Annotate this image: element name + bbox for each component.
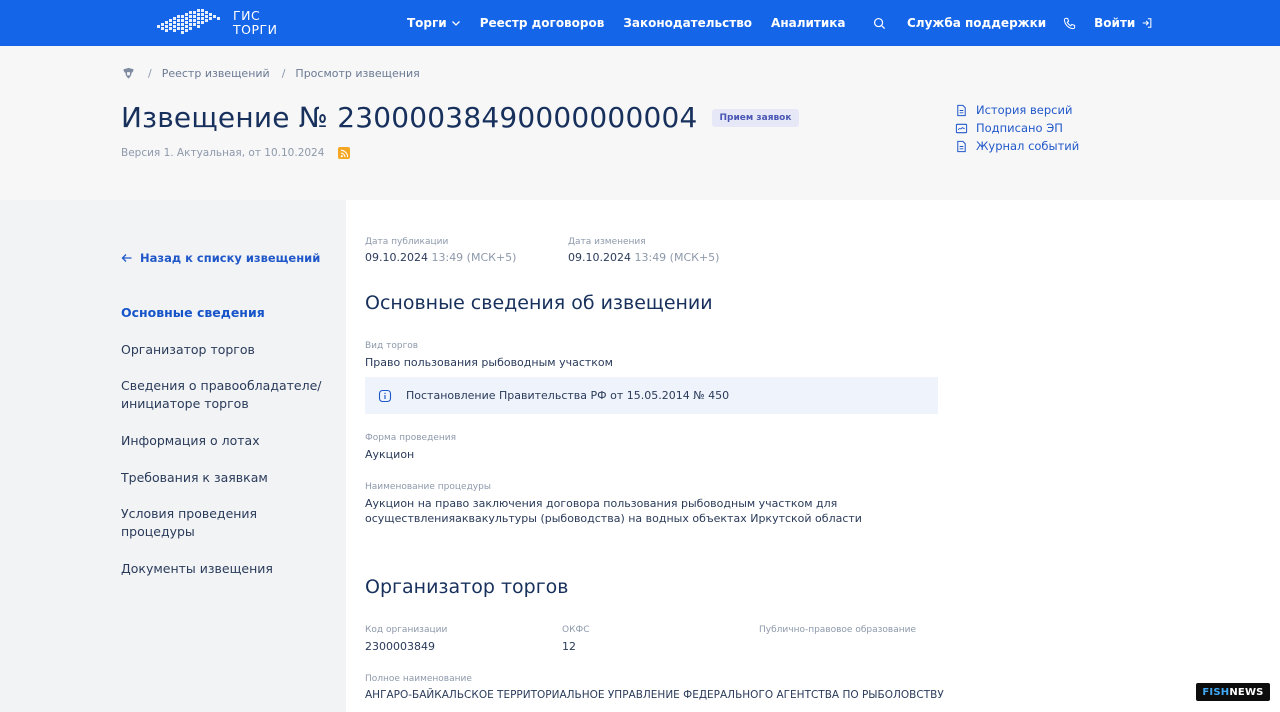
main-nav: Торги Реестр договоров Законодательство … <box>407 0 846 46</box>
rss-icon[interactable] <box>338 147 351 159</box>
nav-contracts-registry[interactable]: Реестр договоров <box>480 16 605 30</box>
sidebar-item-organizer[interactable]: Организатор торгов <box>121 341 255 359</box>
info-note: Постановление Правительства РФ от 15.05.… <box>365 377 938 414</box>
login-icon <box>1143 18 1152 28</box>
publication-date: 09.10.2024 <box>365 251 428 264</box>
russia-map-logo-icon <box>157 9 220 34</box>
publication-date-label: Дата публикации <box>365 237 449 247</box>
page-title: Извещение № 23000038490000000004 <box>121 101 698 134</box>
breadcrumb-current: Просмотр извещения <box>295 67 420 80</box>
sidebar-item-lots[interactable]: Информация о лотах <box>121 432 260 450</box>
publication-time: 13:49 (МСК+5) <box>431 251 517 264</box>
version-history-link[interactable]: История версий <box>955 102 1079 118</box>
full-name-value: АНГАРО-БАЙКАЛЬСКОЕ ТЕРРИТОРИАЛЬНОЕ УПРАВ… <box>365 689 944 701</box>
section-main-info-title: Основные сведения об извещении <box>365 292 713 314</box>
form-value: Аукцион <box>365 448 415 461</box>
support-link[interactable]: Служба поддержки <box>907 16 1046 30</box>
login-button[interactable]: Войти <box>1094 16 1153 30</box>
publication-date-block: Дата публикации 09.10.2024 13:49 (МСК+5) <box>365 237 516 264</box>
document-icon <box>957 140 966 152</box>
login-label: Войти <box>1094 16 1136 30</box>
version-text: Версия 1. Актуальная, от 10.10.2024 <box>121 147 325 159</box>
modification-date: 09.10.2024 <box>568 251 631 264</box>
back-to-list-label: Назад к списку извещений <box>140 251 321 265</box>
nav-torgi[interactable]: Торги <box>407 16 461 30</box>
event-log-link[interactable]: Журнал событий <box>955 138 1079 154</box>
modification-date-block: Дата изменения 09.10.2024 13:49 (МСК+5) <box>568 237 719 264</box>
breadcrumb-separator: / <box>148 67 152 80</box>
org-code-field: Код организации 2300003849 <box>365 625 447 654</box>
ppo-label: Публично-правовое образование <box>759 625 916 635</box>
back-to-list-link[interactable]: Назад к списку извещений <box>121 251 320 265</box>
chevron-down-icon <box>451 21 460 26</box>
logo-line-1: ГИС <box>233 8 261 23</box>
info-icon <box>378 389 392 402</box>
breadcrumb-separator: / <box>281 67 286 80</box>
publication-date-value: 09.10.2024 13:49 (МСК+5) <box>365 251 516 264</box>
coat-of-arms-icon[interactable] <box>121 66 136 81</box>
logo-line-2: ТОРГИ <box>233 22 278 37</box>
notice-header: / Реестр извещений / Просмотр извещения … <box>0 46 1280 200</box>
info-note-text: Постановление Правительства РФ от 15.05.… <box>406 389 730 402</box>
sidebar-item-requirements[interactable]: Требования к заявкам <box>121 469 268 487</box>
sidebar-item-main-info[interactable]: Основные сведения <box>121 304 265 322</box>
version-row: Версия 1. Актуальная, от 10.10.2024 <box>121 147 351 159</box>
okfs-field: ОКФС 12 <box>562 625 590 654</box>
version-history-label: История версий <box>976 103 1073 117</box>
notice-side-links: История версий Подписано ЭП Журнал событ… <box>955 102 1079 154</box>
nav-analytics[interactable]: Аналитика <box>771 16 845 30</box>
phone-icon[interactable] <box>1062 16 1077 31</box>
sidebar-item-conditions[interactable]: Условия проведения процедуры <box>121 505 271 541</box>
fishnews-watermark: FISH NEWS <box>1196 683 1270 701</box>
sidebar: Назад к списку извещений Основные сведен… <box>0 200 346 712</box>
org-code-value: 2300003849 <box>365 640 435 653</box>
sidebar-item-documents[interactable]: Документы извещения <box>121 560 273 578</box>
trade-type-label: Вид торгов <box>365 341 419 351</box>
watermark-part-1: FISH <box>1202 686 1230 698</box>
top-right-controls: Служба поддержки Войти <box>872 0 1153 46</box>
signature-icon <box>955 123 968 133</box>
modification-date-value: 09.10.2024 13:49 (МСК+5) <box>568 251 719 264</box>
modification-date-label: Дата изменения <box>568 237 646 247</box>
form-label: Форма проведения <box>365 433 456 443</box>
watermark-part-2: NEWS <box>1229 686 1264 698</box>
breadcrumb-notices-registry[interactable]: Реестр извещений <box>162 67 270 80</box>
full-name-label: Полное наименование <box>365 674 472 684</box>
org-code-label: Код организации <box>365 625 448 635</box>
procedure-name-field: Наименование процедуры Аукцион на право … <box>365 482 938 526</box>
okfs-label: ОКФС <box>562 625 590 635</box>
status-badge: Прием заявок <box>711 108 800 127</box>
event-log-label: Журнал событий <box>976 139 1080 153</box>
nav-legislation[interactable]: Законодательство <box>623 16 752 30</box>
section-organizer-title: Организатор торгов <box>365 576 569 598</box>
okfs-value: 12 <box>562 640 576 653</box>
logo-text: ГИС ТОРГИ <box>233 9 278 37</box>
full-name-field: Полное наименование АНГАРО-БАЙКАЛЬСКОЕ Т… <box>365 674 945 703</box>
form-field: Форма проведения Аукцион <box>365 433 456 462</box>
signed-ep-link[interactable]: Подписано ЭП <box>955 120 1079 136</box>
title-row: Извещение № 23000038490000000004 Прием з… <box>121 101 800 134</box>
ppo-field: Публично-правовое образование <box>759 625 916 635</box>
trade-type-value: Право пользования рыбоводным участком <box>365 356 613 369</box>
procedure-name-value: Аукцион на право заключения договора пол… <box>365 497 862 525</box>
breadcrumb: / Реестр извещений / Просмотр извещения <box>121 66 420 81</box>
document-icon <box>957 104 966 116</box>
trade-type-field: Вид торгов Право пользования рыбоводным … <box>365 341 613 370</box>
logo-link[interactable]: ГИС ТОРГИ <box>155 5 280 41</box>
signed-ep-label: Подписано ЭП <box>976 121 1063 135</box>
arrow-left-icon <box>121 254 132 262</box>
sidebar-item-rightholder[interactable]: Сведения о правообладателе/ инициаторе т… <box>121 377 326 413</box>
search-icon[interactable] <box>872 16 887 31</box>
nav-torgi-label: Торги <box>407 16 447 30</box>
procedure-name-label: Наименование процедуры <box>365 482 491 492</box>
modification-time: 13:49 (МСК+5) <box>634 251 720 264</box>
top-navigation-bar: ГИС ТОРГИ Торги Реестр договоров Законод… <box>0 0 1280 46</box>
